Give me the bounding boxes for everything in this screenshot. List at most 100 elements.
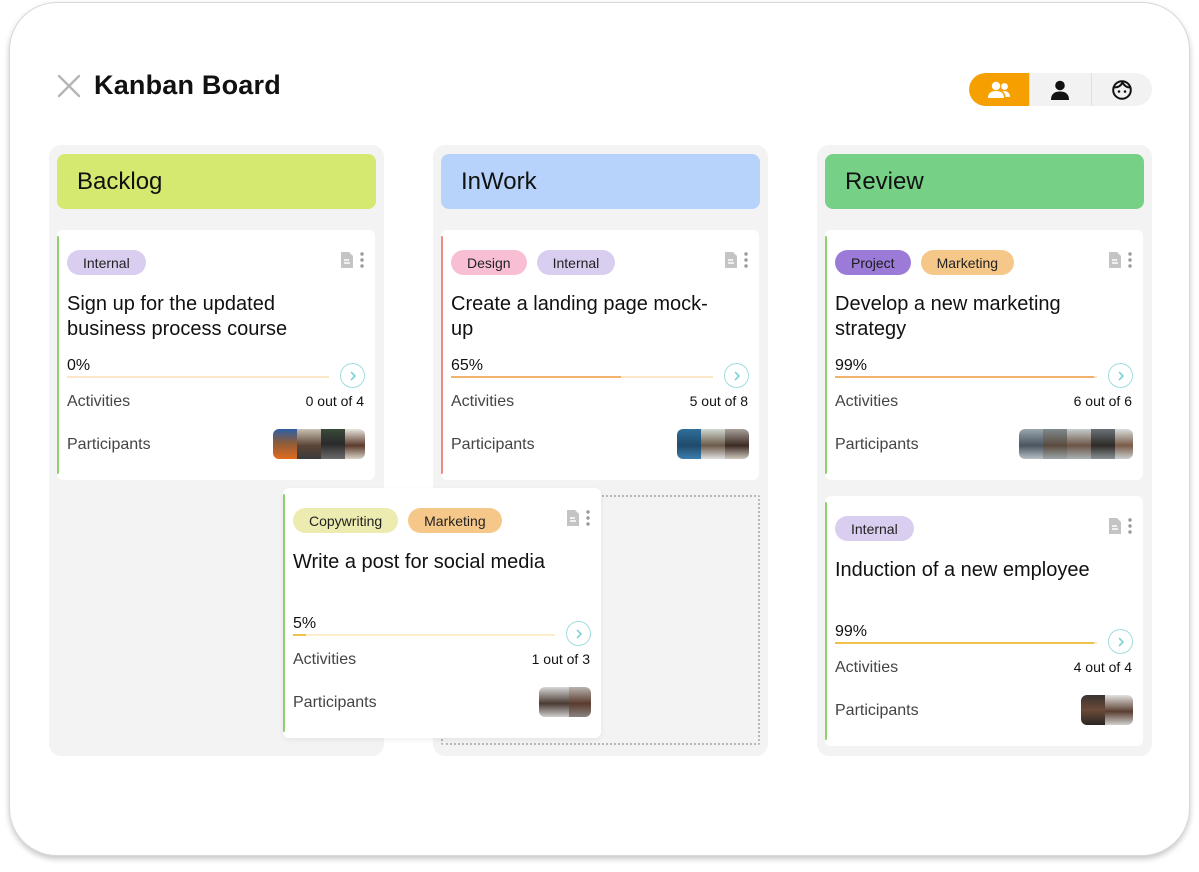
document-icon[interactable] — [339, 251, 355, 269]
column-header-backlog: Backlog — [57, 154, 376, 209]
participant-avatars[interactable] — [677, 429, 749, 459]
more-icon[interactable] — [1127, 517, 1133, 535]
participant-avatars[interactable] — [273, 429, 365, 459]
card-title: Sign up for the updated business process… — [67, 293, 288, 340]
card-accent — [825, 236, 827, 474]
participants-label: Participants — [67, 436, 151, 453]
card-title: Induction of a new employee — [835, 559, 1090, 581]
task-card[interactable]: Internal Induction of a new employee 99%… — [825, 496, 1143, 746]
task-card[interactable]: Internal Sign up for the updated busines… — [57, 230, 375, 480]
avatar — [345, 429, 365, 459]
tag: Copywriting — [293, 508, 399, 533]
more-icon[interactable] — [359, 251, 365, 269]
card-actions — [723, 251, 749, 269]
avatar — [273, 429, 297, 459]
card-title: Write a post for social media — [293, 551, 545, 573]
progress-bar — [835, 642, 1097, 644]
avatar — [1105, 695, 1133, 725]
open-card-button[interactable] — [566, 621, 591, 646]
tag: Marketing — [920, 250, 1015, 275]
page-title: Kanban Board — [94, 70, 281, 100]
document-icon[interactable] — [1107, 251, 1123, 269]
avatar — [1067, 429, 1091, 459]
avatar — [297, 429, 321, 459]
participant-avatars[interactable] — [1081, 695, 1133, 725]
team-icon — [988, 81, 1011, 98]
participants-label: Participants — [293, 694, 377, 711]
more-icon[interactable] — [1127, 251, 1133, 269]
avatar — [539, 687, 569, 717]
task-card[interactable]: Design Internal Create a landing page mo… — [441, 230, 759, 480]
card-tags: Internal — [67, 250, 146, 275]
progress-fill — [451, 376, 622, 378]
activities-label: Activities — [67, 393, 131, 410]
document-icon[interactable] — [1107, 517, 1123, 535]
card-tags: Design Internal — [451, 250, 616, 275]
card-title: Develop a new marketing strategy — [835, 293, 1061, 340]
participants-label: Participants — [835, 436, 919, 453]
user-icon — [1051, 80, 1070, 100]
dragging-task-card[interactable]: Copywriting Marketing Write a post for s… — [283, 488, 601, 738]
participants-label: Participants — [835, 702, 919, 719]
participant-avatars[interactable] — [539, 687, 591, 717]
avatar — [1019, 429, 1043, 459]
avatar — [1115, 429, 1133, 459]
task-card[interactable]: Project Marketing Develop a new marketin… — [825, 230, 1143, 480]
progress-fill — [835, 642, 1095, 644]
tag: Project — [835, 250, 911, 275]
chevron-right-icon — [734, 371, 740, 380]
column-header-inwork: InWork — [441, 154, 760, 209]
participant-avatars[interactable] — [1019, 429, 1133, 459]
open-card-button[interactable] — [1108, 629, 1133, 654]
activities-count: 1 out of 3 — [531, 651, 590, 667]
activities-label: Activities — [835, 659, 899, 676]
face-view-button[interactable] — [1092, 73, 1152, 106]
activities-count: 0 out of 4 — [305, 393, 364, 409]
card-tags: Internal — [835, 516, 914, 541]
header: Kanban Board — [56, 70, 281, 101]
chevron-right-icon — [1118, 637, 1124, 646]
close-icon[interactable] — [56, 73, 82, 99]
more-icon[interactable] — [585, 509, 591, 527]
open-card-button[interactable] — [1108, 363, 1133, 388]
activities-count: 4 out of 4 — [1073, 659, 1132, 675]
document-icon[interactable] — [565, 509, 581, 527]
chevron-right-icon — [576, 629, 582, 638]
avatar — [1043, 429, 1067, 459]
activities-count: 5 out of 8 — [689, 393, 748, 409]
card-accent — [57, 236, 59, 474]
card-tags: Project Marketing — [835, 250, 1015, 275]
card-actions — [1107, 251, 1133, 269]
card-accent — [825, 502, 827, 740]
open-card-button[interactable] — [340, 363, 365, 388]
open-card-button[interactable] — [724, 363, 749, 388]
progress-fill — [293, 634, 307, 636]
activities-count: 6 out of 6 — [1073, 393, 1132, 409]
more-icon[interactable] — [743, 251, 749, 269]
activities-label: Activities — [835, 393, 899, 410]
card-accent — [441, 236, 443, 474]
tag: Internal — [67, 250, 146, 275]
progress-percent: 0% — [67, 357, 91, 374]
card-tags: Copywriting Marketing — [293, 508, 502, 533]
chevron-right-icon — [1118, 371, 1124, 380]
tag: Marketing — [408, 508, 502, 533]
avatar — [321, 429, 345, 459]
view-switch — [969, 73, 1152, 106]
avatar — [1081, 695, 1105, 725]
card-actions — [339, 251, 365, 269]
card-title: Create a landing page mock-up — [451, 293, 708, 340]
user-view-button[interactable] — [1030, 73, 1092, 106]
progress-fill — [835, 376, 1095, 378]
progress-bar — [67, 376, 329, 378]
avatar — [1091, 429, 1115, 459]
progress-percent: 99% — [835, 623, 868, 640]
face-icon — [1112, 79, 1132, 100]
card-actions — [565, 509, 591, 527]
team-view-button[interactable] — [969, 73, 1031, 106]
participants-label: Participants — [451, 436, 535, 453]
tag: Internal — [536, 250, 616, 275]
avatar — [569, 687, 591, 717]
avatar — [701, 429, 725, 459]
document-icon[interactable] — [723, 251, 739, 269]
